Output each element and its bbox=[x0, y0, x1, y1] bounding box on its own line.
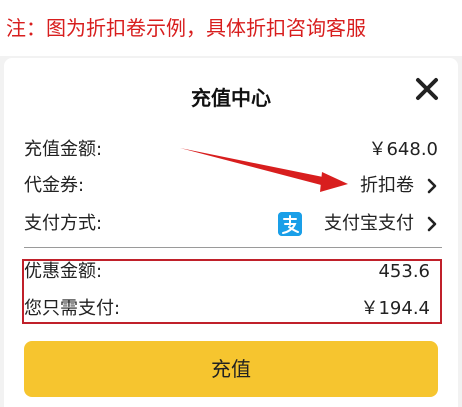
divider bbox=[24, 247, 442, 248]
voucher-label: 代金券: bbox=[24, 175, 85, 196]
row-recharge-amount: 充值金额: ￥648.0 bbox=[24, 134, 440, 166]
top-note: 注：图为折扣卷示例，具体折扣咨询客服 bbox=[0, 0, 462, 56]
row-pay-amount: 您只需支付: ￥194.4 bbox=[24, 293, 440, 325]
payment-method-value: 支付宝支付 bbox=[324, 213, 414, 234]
chevron-right-icon bbox=[427, 178, 437, 194]
voucher-value: 折扣卷 bbox=[360, 175, 414, 196]
close-icon bbox=[416, 78, 438, 100]
recharge-dialog: 充值中心 充值金额: ￥648.0 代金券: 折扣卷 支付方式: 支付宝支付 优 bbox=[4, 58, 458, 407]
dialog-title: 充值中心 bbox=[191, 86, 271, 110]
recharge-amount-label: 充值金额: bbox=[24, 139, 103, 160]
chevron-right-icon bbox=[427, 216, 437, 232]
recharge-button[interactable]: 充值 bbox=[24, 341, 438, 397]
row-discount-amount: 优惠金额: 453.6 bbox=[24, 256, 440, 288]
payment-method-label: 支付方式: bbox=[24, 213, 103, 234]
row-payment-method[interactable]: 支付方式: 支付宝支付 bbox=[24, 208, 440, 240]
alipay-icon bbox=[278, 212, 302, 236]
discount-amount-label: 优惠金额: bbox=[24, 261, 103, 282]
pay-amount-label: 您只需支付: bbox=[24, 298, 121, 319]
pay-amount-value: ￥194.4 bbox=[360, 298, 430, 319]
discount-amount-value: 453.6 bbox=[378, 261, 430, 282]
row-voucher[interactable]: 代金券: 折扣卷 bbox=[24, 170, 440, 202]
recharge-amount-value: ￥648.0 bbox=[368, 139, 438, 160]
close-button[interactable] bbox=[414, 76, 440, 102]
